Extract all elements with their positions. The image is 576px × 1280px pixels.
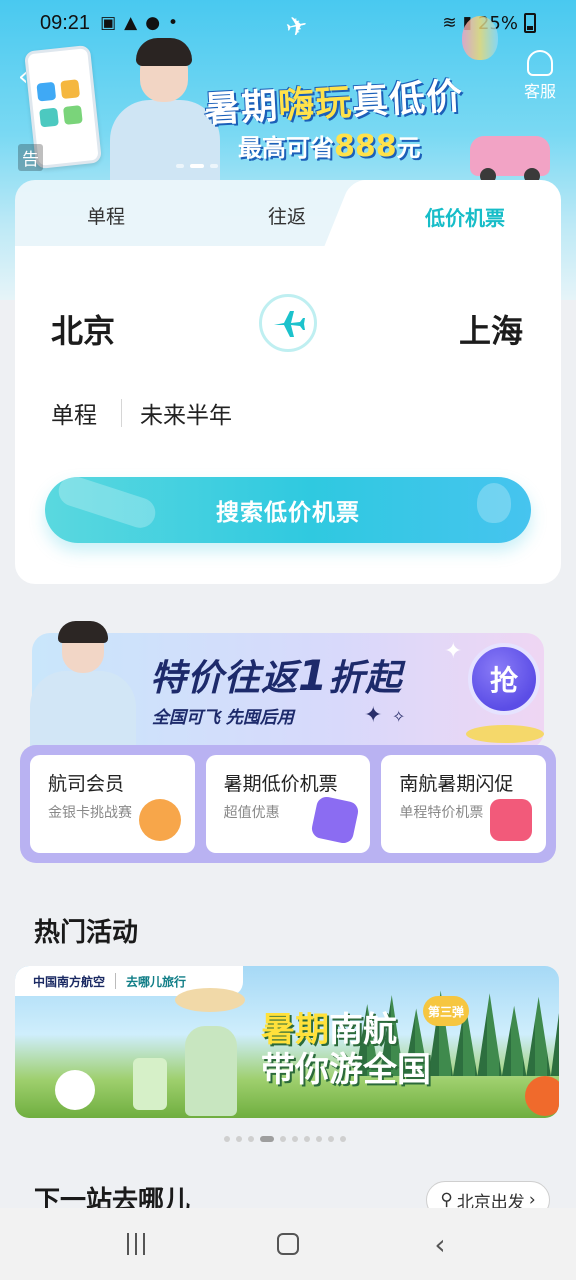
gift-icon xyxy=(138,799,181,841)
promo-subtitle: 全国可飞 先囤后用 xyxy=(152,708,294,728)
chevron-right-icon: › xyxy=(528,1190,536,1210)
battery-icon xyxy=(524,13,536,33)
flower-illustration xyxy=(55,1070,95,1110)
hero-carousel-dots xyxy=(176,164,218,168)
coupon-icon xyxy=(310,795,361,845)
headset-icon xyxy=(527,50,553,76)
promo-person-illustration xyxy=(26,621,136,751)
search-card: 北京 上海 单程 未来半年 搜索低价机票 xyxy=(15,246,561,584)
discount-icon xyxy=(490,799,533,841)
hero-subline: 最高可省888元 xyxy=(238,129,421,164)
girl-illustration xyxy=(165,986,255,1116)
hot-activities-title: 热门活动 xyxy=(34,918,139,948)
promo-card-summer-tickets[interactable]: 暑期低价机票 超值优惠 xyxy=(205,755,371,853)
trip-type[interactable]: 单程 xyxy=(51,396,97,430)
arrival-city[interactable]: 上海 xyxy=(459,306,523,352)
promo-card-airline-member[interactable]: 航司会员 金银卡挑战赛 xyxy=(30,755,195,853)
grab-button[interactable]: 抢 xyxy=(468,643,540,715)
status-time: 09:21 xyxy=(40,11,91,34)
edition-badge: 第三弹 xyxy=(423,996,469,1026)
balloon-illustration xyxy=(462,16,498,60)
date-range[interactable]: 未来半年 xyxy=(140,396,232,430)
promo-banner[interactable]: 特价往返1折起 全国可飞 先囤后用 ✦ ✧ ✦ 抢 航司会员 金银卡挑战赛 暑期… xyxy=(20,621,556,863)
flower-illustration xyxy=(525,1076,559,1116)
swap-cities-button[interactable] xyxy=(259,294,317,352)
back-button[interactable]: ‹ xyxy=(410,1228,470,1261)
home-button[interactable] xyxy=(258,1233,318,1255)
tab-low-price-tickets[interactable]: 低价机票 xyxy=(425,202,505,231)
hero-headline: 暑期嗨玩真低价 xyxy=(203,76,465,131)
search-low-price-button[interactable]: 搜索低价机票 xyxy=(45,477,531,543)
tab-round-trip[interactable]: 往返 xyxy=(268,202,306,229)
divider xyxy=(121,399,122,427)
customer-service-button[interactable]: 客服 xyxy=(520,50,560,102)
departure-city[interactable]: 北京 xyxy=(51,306,115,352)
bulb-icon: ● xyxy=(145,13,161,33)
promo-cards: 航司会员 金银卡挑战赛 暑期低价机票 超值优惠 南航暑期闪促 单程特价机票 xyxy=(20,745,556,863)
wifi-icon: ≋ xyxy=(442,13,457,33)
alert-icon: ▲ xyxy=(124,13,138,33)
trip-options: 单程 未来半年 xyxy=(51,396,232,430)
gallery-icon: ▣ xyxy=(100,13,117,33)
carousel-dots xyxy=(224,1136,346,1142)
recent-apps-button[interactable] xyxy=(106,1233,166,1255)
location-pin-icon: ⚲ xyxy=(440,1190,453,1210)
search-tabs: 单程 往返 低价机票 xyxy=(15,180,561,250)
airplane-icon xyxy=(274,311,305,337)
system-nav-bar: ‹ xyxy=(0,1208,576,1280)
sparkle-icon: ✧ xyxy=(392,707,406,726)
sparkle-icon: ✦ xyxy=(444,639,463,664)
sparkle-icon: ✦ xyxy=(364,703,383,728)
hot-activity-headline: 暑期南航 带你游全国 xyxy=(261,1010,431,1090)
dot-icon: • xyxy=(168,13,179,33)
promo-card-flash-sale[interactable]: 南航暑期闪促 单程特价机票 xyxy=(381,755,547,853)
car-illustration xyxy=(470,136,550,184)
suitcase-illustration xyxy=(133,1058,167,1110)
promo-title: 特价往返1折起 xyxy=(150,651,403,700)
ad-label: 告 xyxy=(18,144,43,171)
tab-one-way[interactable]: 单程 xyxy=(87,202,125,229)
hot-activity-banner[interactable]: 中国南方航空 去哪儿旅行 暑期南航 带你游全国 第三弹 xyxy=(15,966,559,1118)
